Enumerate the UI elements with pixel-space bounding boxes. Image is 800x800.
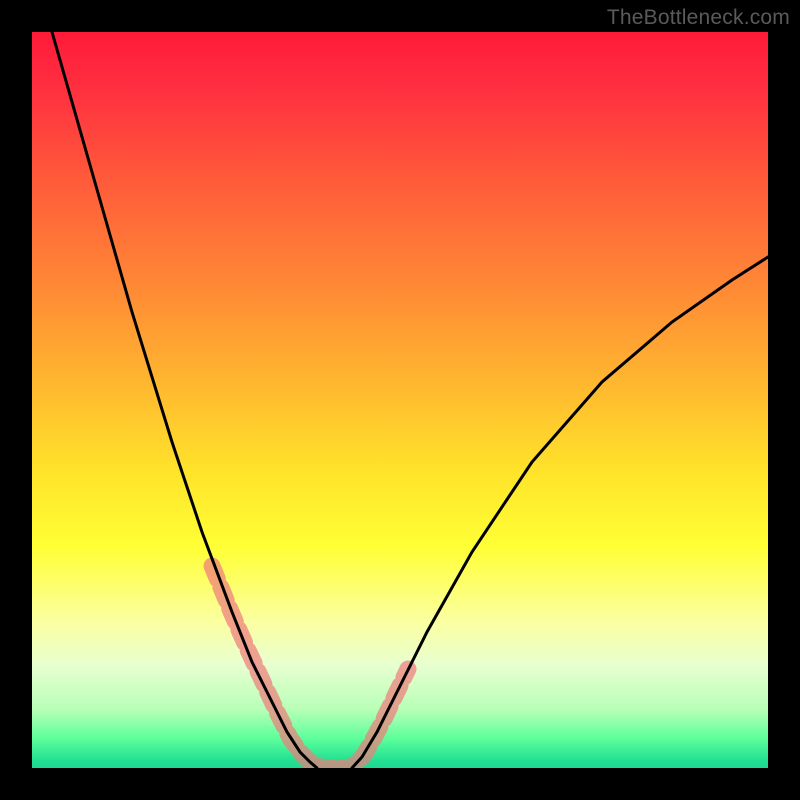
chart-frame: TheBottleneck.com: [0, 0, 800, 800]
curve-layer: [32, 32, 768, 768]
curve-right-path: [352, 257, 768, 768]
plot-area: [32, 32, 768, 768]
highlight-band-path: [212, 566, 408, 768]
curve-left-path: [52, 32, 317, 768]
watermark-text: TheBottleneck.com: [607, 6, 790, 30]
